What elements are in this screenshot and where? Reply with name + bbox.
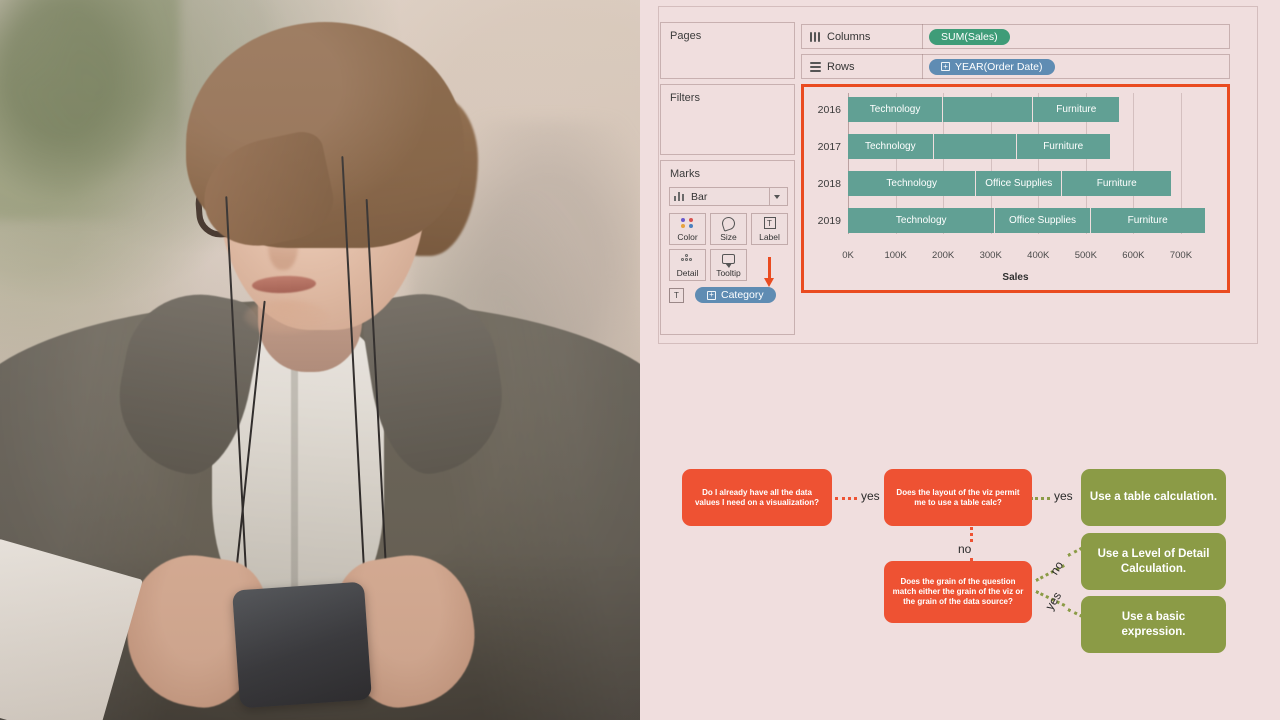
rows-label-text: Rows xyxy=(827,60,855,73)
rows-year-order-date-pill[interactable]: + YEAR(Order Date) xyxy=(929,58,1055,75)
marks-detail-label: Detail xyxy=(676,268,699,278)
edge-label-q3-yes: yes xyxy=(1042,589,1065,613)
flow-node-q2[interactable]: Does the layout of the viz permit me to … xyxy=(884,469,1032,526)
bar-segment-office-supplies[interactable]: Office Supplies xyxy=(995,208,1091,233)
rows-pill-label: YEAR(Order Date) xyxy=(955,60,1043,73)
decision-flowchart: yes yes no no yes Do I already have all … xyxy=(640,356,1280,720)
shelf-separator xyxy=(922,24,923,49)
edge-q1-yes-left xyxy=(835,497,857,500)
columns-shelf-label: Columns xyxy=(802,31,922,43)
marks-category-pill-label: Category xyxy=(721,289,764,301)
marks-category-pill[interactable]: + Category xyxy=(695,287,776,303)
flow-node-a1[interactable]: Use a table calculation. xyxy=(1081,469,1226,526)
viz-highlight-box[interactable]: 0K 100K 200K 300K 400K 500K 600K 700K Sales 201… xyxy=(801,84,1230,293)
chart-row: 2017 Technology Furniture xyxy=(804,134,1227,159)
bar-segment-office-supplies[interactable] xyxy=(933,134,1017,159)
bar-segment-technology[interactable]: Technology xyxy=(848,134,934,159)
marks-panel-title: Marks xyxy=(670,168,700,180)
photo-color-grade xyxy=(0,0,640,720)
edge-label-q1-yes: yes xyxy=(861,489,880,503)
pages-panel-title: Pages xyxy=(670,30,702,42)
chart-row-year-label: 2019 xyxy=(817,214,841,227)
bar-segment-furniture[interactable]: Furniture xyxy=(1033,97,1120,122)
hierarchy-plus-icon: + xyxy=(941,62,950,71)
x-tick-label: 300K xyxy=(979,250,1002,261)
marks-color-button[interactable]: Color xyxy=(669,213,706,245)
filters-panel-title: Filters xyxy=(670,92,700,104)
marks-size-label: Size xyxy=(720,232,737,242)
detail-icon xyxy=(680,250,695,268)
bar-segment-office-supplies[interactable]: Office Supplies xyxy=(976,171,1063,196)
chart-row-year-label: 2018 xyxy=(817,177,841,190)
marks-label-label: Label xyxy=(759,232,780,242)
marks-tooltip-button[interactable]: Tooltip xyxy=(710,249,747,281)
stacked-bar[interactable]: Technology Office Supplies Furniture xyxy=(848,171,1172,196)
edge-label-q2-yes: yes xyxy=(1054,489,1073,503)
bar-segment-technology[interactable]: Technology xyxy=(848,97,944,122)
columns-label-text: Columns xyxy=(827,30,871,43)
mark-type-select[interactable]: Bar xyxy=(669,187,788,206)
text-mark-icon: T xyxy=(669,287,684,303)
bar-segment-technology[interactable]: Technology xyxy=(848,208,996,233)
bar-segment-furniture[interactable]: Furniture xyxy=(1090,208,1205,233)
marks-color-label: Color xyxy=(677,232,698,242)
columns-icon xyxy=(810,31,821,42)
chevron-down-icon[interactable] xyxy=(769,188,783,205)
flow-node-a3[interactable]: Use a basic expression. xyxy=(1081,596,1226,653)
presenter-photo xyxy=(0,0,640,720)
rows-icon xyxy=(810,61,821,72)
rows-shelf[interactable]: Rows + YEAR(Order Date) xyxy=(801,54,1230,79)
chart-row-year-label: 2016 xyxy=(817,103,841,116)
flow-node-q1[interactable]: Do I already have all the data values I … xyxy=(682,469,832,526)
columns-shelf[interactable]: Columns SUM(Sales) xyxy=(801,24,1230,49)
color-dots-icon xyxy=(680,214,695,232)
columns-pill-label: SUM(Sales) xyxy=(941,30,998,43)
bar-segment-furniture[interactable]: Furniture xyxy=(1062,171,1172,196)
x-axis-ticks: 0K 100K 200K 300K 400K 500K 600K 700K xyxy=(804,250,1227,264)
marks-detail-button[interactable]: Detail xyxy=(669,249,706,281)
marks-category-field-row[interactable]: T + Category xyxy=(669,287,776,303)
stacked-bar[interactable]: Technology Furniture xyxy=(848,97,1120,122)
hierarchy-plus-icon: + xyxy=(707,290,716,300)
x-tick-label: 200K xyxy=(932,250,955,261)
content-panel: Pages Filters Marks Bar Color Size T Lab… xyxy=(640,0,1280,720)
chart-row: 2018 Technology Office Supplies Furniture xyxy=(804,171,1227,196)
x-tick-label: 100K xyxy=(884,250,907,261)
shelf-separator xyxy=(922,54,923,79)
pages-panel[interactable]: Pages xyxy=(660,22,795,79)
columns-sum-sales-pill[interactable]: SUM(Sales) xyxy=(929,28,1010,45)
flow-node-a2[interactable]: Use a Level of Detail Calculation. xyxy=(1081,533,1226,590)
bar-segment-office-supplies[interactable] xyxy=(943,97,1034,122)
edge-q2-yes-left xyxy=(1030,497,1050,500)
chart-row-year-label: 2017 xyxy=(817,140,841,153)
stacked-bar[interactable]: Technology Office Supplies Furniture xyxy=(848,208,1205,233)
x-tick-label: 500K xyxy=(1074,250,1097,261)
x-tick-label: 600K xyxy=(1122,250,1145,261)
marks-panel[interactable]: Marks Bar Color Size T Label Detail Tool… xyxy=(660,160,795,335)
marks-tooltip-label: Tooltip xyxy=(716,268,741,278)
x-tick-label: 0K xyxy=(842,250,854,261)
marks-size-button[interactable]: Size xyxy=(710,213,747,245)
chart-row: 2016 Technology Furniture xyxy=(804,97,1227,122)
bar-segment-technology[interactable]: Technology xyxy=(848,171,977,196)
marks-label-button[interactable]: T Label xyxy=(751,213,788,245)
edge-label-q2-no: no xyxy=(958,542,972,556)
label-icon: T xyxy=(763,214,776,232)
x-tick-label: 700K xyxy=(1169,250,1193,261)
tableau-workspace: Pages Filters Marks Bar Color Size T Lab… xyxy=(640,0,1280,355)
stacked-bar[interactable]: Technology Furniture xyxy=(848,134,1110,159)
x-tick-label: 400K xyxy=(1027,250,1050,261)
chart-row: 2019 Technology Office Supplies Furniture xyxy=(804,208,1227,233)
x-axis-title: Sales xyxy=(1002,272,1029,283)
mark-type-value: Bar xyxy=(691,190,708,203)
rows-shelf-label: Rows xyxy=(802,61,922,73)
filters-panel[interactable]: Filters xyxy=(660,84,795,155)
size-icon xyxy=(720,214,737,232)
bar-chart-icon xyxy=(674,192,685,201)
bar-segment-furniture[interactable]: Furniture xyxy=(1016,134,1110,159)
stacked-bar-chart[interactable]: 0K 100K 200K 300K 400K 500K 600K 700K Sales 201… xyxy=(804,87,1227,290)
annotation-arrow-icon xyxy=(764,257,774,287)
tooltip-icon xyxy=(722,250,735,268)
flow-node-q3[interactable]: Does the grain of the question match eit… xyxy=(884,561,1032,623)
